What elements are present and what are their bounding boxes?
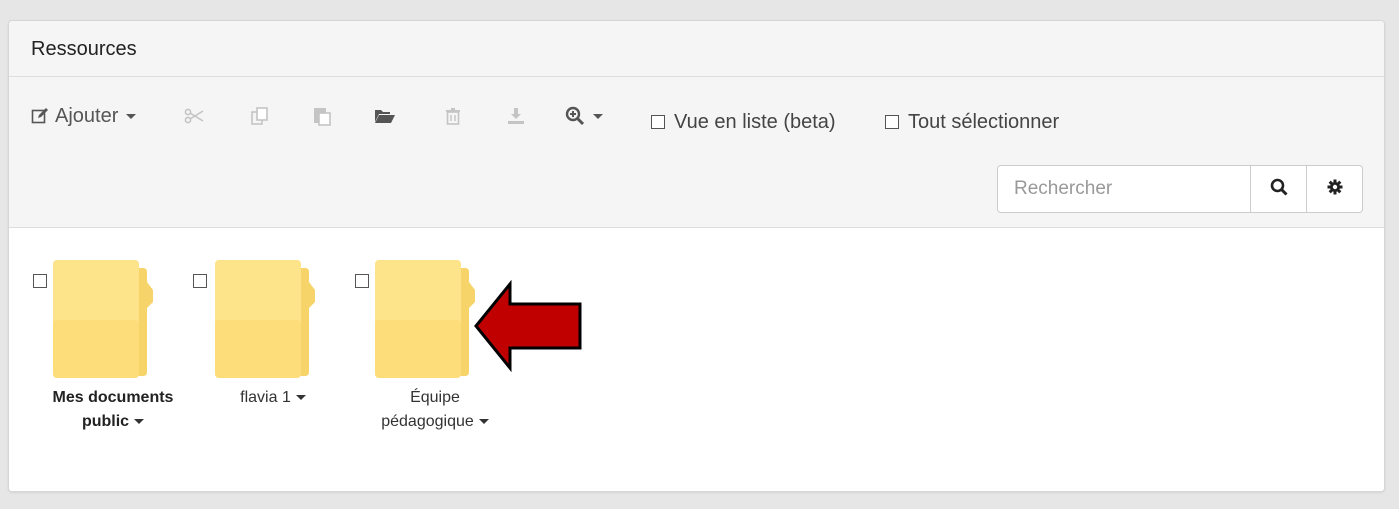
folder-label-line2: public bbox=[81, 413, 130, 430]
copy-button[interactable] bbox=[250, 101, 270, 131]
toolbar: Ajouter Vue en liste (beta) Tout sélecti… bbox=[9, 77, 1384, 228]
resources-panel: Ressources Ajouter Vue en liste (beta) T… bbox=[8, 20, 1385, 492]
chevron-down-icon bbox=[593, 113, 603, 119]
select-all-toggle[interactable]: Tout sélectionner bbox=[885, 107, 1059, 137]
copy-icon bbox=[250, 106, 270, 126]
download-button[interactable] bbox=[507, 101, 525, 131]
folder-checkbox[interactable] bbox=[33, 274, 47, 288]
paste-icon bbox=[313, 106, 331, 126]
folder-checkbox[interactable] bbox=[193, 274, 207, 288]
zoom-button[interactable] bbox=[565, 101, 603, 131]
paste-button[interactable] bbox=[313, 101, 331, 131]
list-view-label: Vue en liste (beta) bbox=[674, 110, 836, 133]
folder-label-line1: flavia 1 bbox=[240, 389, 291, 406]
gear-icon bbox=[1327, 179, 1343, 200]
list-view-toggle[interactable]: Vue en liste (beta) bbox=[651, 107, 836, 137]
search-icon bbox=[1270, 178, 1288, 201]
download-icon bbox=[507, 107, 525, 125]
select-all-label: Tout sélectionner bbox=[908, 110, 1060, 133]
folder-icon[interactable] bbox=[53, 260, 157, 385]
search-input[interactable] bbox=[997, 165, 1251, 213]
add-button[interactable]: Ajouter bbox=[31, 101, 137, 131]
chevron-down-icon[interactable] bbox=[295, 395, 306, 401]
folder-icon[interactable] bbox=[215, 260, 319, 385]
folder-label[interactable]: Équipe pédagogique bbox=[355, 386, 515, 434]
search-button[interactable] bbox=[1251, 165, 1307, 213]
add-label: Ajouter bbox=[55, 104, 119, 127]
scissors-icon bbox=[184, 108, 204, 124]
annotation-arrow-icon bbox=[470, 279, 590, 377]
settings-button[interactable] bbox=[1307, 165, 1363, 213]
panel-header: Ressources bbox=[9, 21, 1384, 77]
zoom-in-icon bbox=[565, 106, 585, 126]
list-view-checkbox[interactable] bbox=[651, 115, 665, 129]
folder-label[interactable]: Mes documents public bbox=[33, 386, 193, 434]
move-button[interactable] bbox=[374, 101, 396, 131]
folder-icon[interactable] bbox=[375, 260, 479, 385]
chevron-down-icon[interactable] bbox=[134, 419, 145, 425]
delete-button[interactable] bbox=[445, 101, 461, 131]
folder-checkbox[interactable] bbox=[355, 274, 369, 288]
panel-title: Ressources bbox=[31, 38, 137, 60]
folder-label-line1: Équipe bbox=[410, 389, 460, 406]
folder-grid: Mes documents public flavia 1 Équipe péd… bbox=[9, 228, 1384, 491]
select-all-checkbox[interactable] bbox=[885, 115, 899, 129]
trash-icon bbox=[445, 107, 461, 125]
edit-icon bbox=[31, 107, 49, 125]
cut-button[interactable] bbox=[184, 101, 204, 131]
folder-label-line2: pédagogique bbox=[381, 413, 474, 430]
folder-label[interactable]: flavia 1 bbox=[193, 386, 353, 410]
chevron-down-icon bbox=[126, 113, 137, 119]
folder-open-icon bbox=[374, 108, 396, 124]
folder-label-line1: Mes documents bbox=[52, 389, 174, 406]
chevron-down-icon[interactable] bbox=[478, 419, 489, 425]
search-group bbox=[997, 165, 1363, 213]
